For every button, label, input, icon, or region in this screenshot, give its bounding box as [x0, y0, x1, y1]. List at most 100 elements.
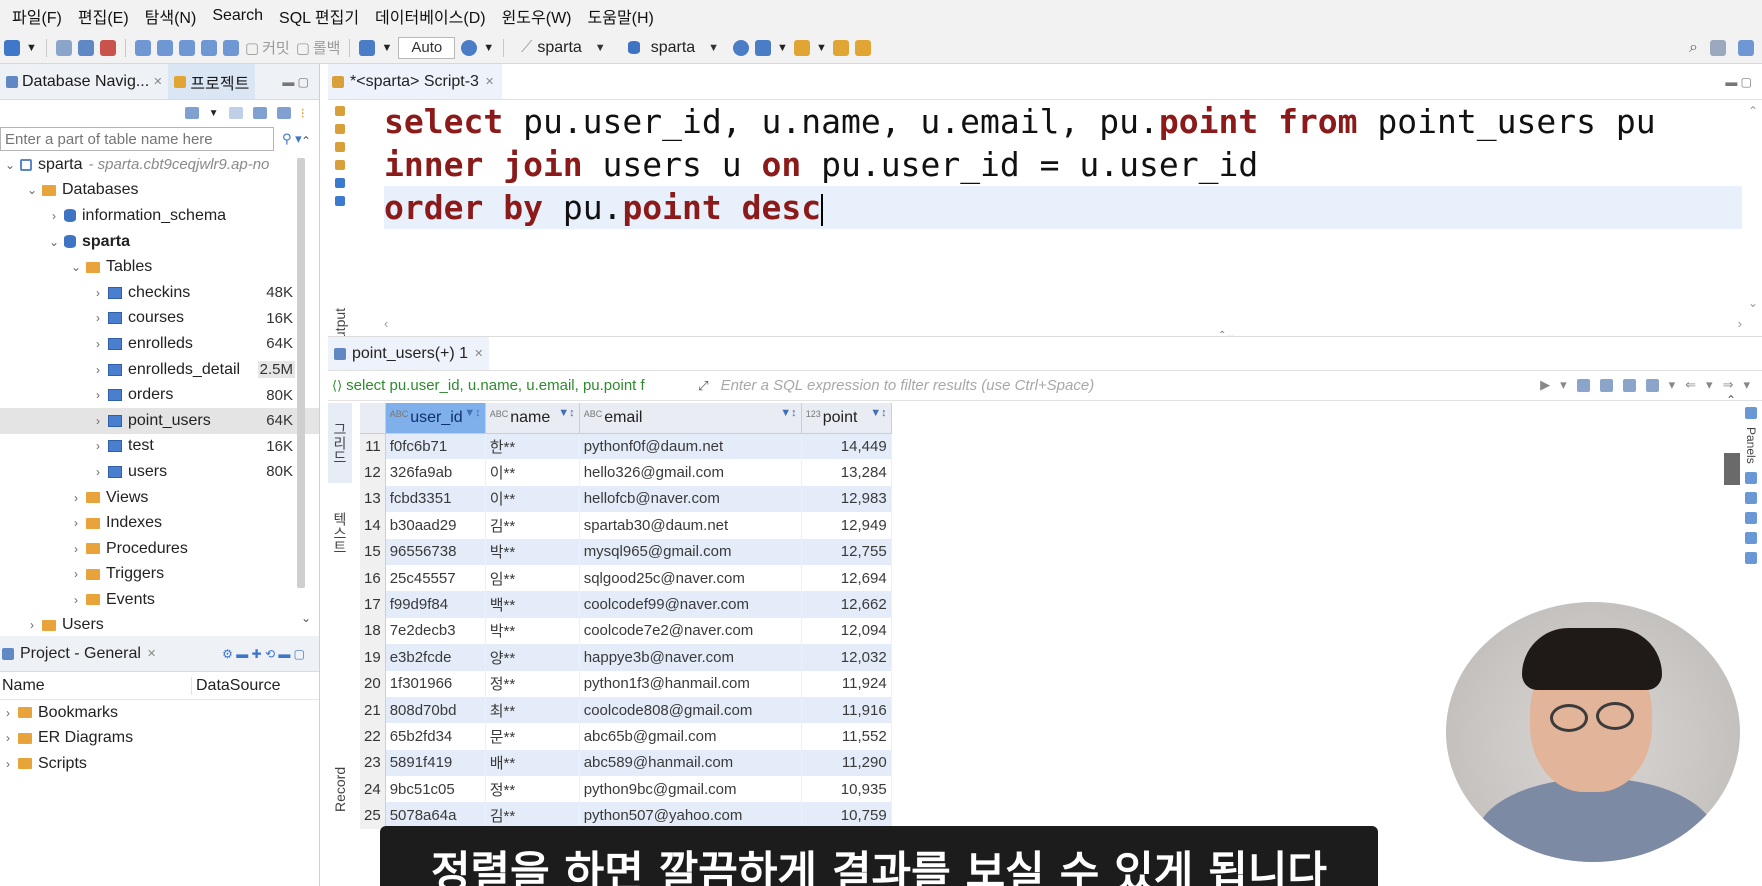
close-icon[interactable]: ✕ [153, 75, 162, 88]
chevron-right-icon[interactable]: › [70, 491, 82, 505]
calc-panel-icon[interactable] [1745, 531, 1757, 544]
cell-user-id[interactable]: 5891f419 [385, 749, 486, 777]
editor-horizontal-scrollbar[interactable]: ‹ › [384, 316, 1742, 331]
chevron-right-icon[interactable]: › [92, 465, 104, 479]
tree-item[interactable]: › test 16K [0, 434, 319, 460]
column-header-point[interactable]: 123 point ▼↕ [801, 403, 892, 434]
auto-commit-mode[interactable]: Auto [398, 36, 456, 59]
menu-item[interactable]: 윈도우(W) [494, 4, 580, 28]
cell-point[interactable]: 12,032 [801, 644, 892, 671]
tree-item[interactable]: ⌄ sparta - sparta.cbt9ceqjwlr9.ap-no [0, 152, 319, 178]
transaction-mode-icon[interactable] [359, 39, 376, 56]
table-row[interactable]: 15 96556738 박** mysql965@gmail.com 12,755 [360, 538, 892, 565]
scroll-left-icon[interactable]: ‹ [384, 316, 388, 331]
tree-item[interactable]: › checkins 48K [0, 280, 319, 306]
cell-name[interactable]: 이** [485, 485, 580, 513]
cell-email[interactable]: abc589@hanmail.com [579, 749, 802, 777]
close-icon[interactable]: ✕ [474, 347, 483, 360]
chevron-down-icon[interactable]: ▼ [816, 42, 827, 54]
cell-user-id[interactable]: 326fa9ab [385, 459, 486, 486]
record-view-tab[interactable]: Record [328, 749, 352, 829]
chevron-right-icon[interactable]: › [92, 388, 104, 402]
execute-icon[interactable] [335, 106, 345, 116]
column-header-name[interactable]: Name [0, 676, 192, 695]
tree-item[interactable]: › orders 80K [0, 382, 319, 408]
recent-script-icon[interactable] [200, 39, 217, 56]
sort-filter-icon[interactable]: ▼↕ [558, 407, 574, 419]
tree-item[interactable]: ⌄ sparta [0, 229, 319, 255]
cell-name[interactable]: 김** [485, 512, 580, 539]
panels-icon[interactable] [1745, 407, 1757, 419]
menu-item[interactable]: 도움말(H) [580, 4, 662, 28]
menu-item[interactable]: 데이터베이스(D) [367, 4, 494, 28]
dbeaver-perspective-icon[interactable] [1738, 40, 1754, 56]
forward-arrow-icon[interactable] [854, 39, 871, 56]
cell-email[interactable]: pythonf0f@daum.net [579, 433, 802, 460]
chevron-down-icon[interactable]: ⌄ [4, 158, 16, 172]
cell-user-id[interactable]: 65b2fd34 [385, 723, 486, 750]
cell-point[interactable]: 12,694 [801, 564, 892, 592]
new-connection-icon[interactable] [4, 39, 20, 56]
tree-item[interactable]: › Events [0, 587, 319, 613]
chevron-down-icon[interactable]: ⌄ [70, 260, 82, 274]
cell-user-id[interactable]: f99d9f84 [385, 591, 486, 618]
cell-user-id[interactable]: f0fc6b71 [385, 433, 486, 460]
chevron-right-icon[interactable]: › [92, 363, 104, 377]
column-header-datasource[interactable]: DataSource [192, 677, 281, 695]
table-row[interactable]: 19 e3b2fcde 양** happye3b@naver.com 12,032 [360, 644, 892, 671]
tree-item[interactable]: › users 80K [0, 459, 319, 485]
table-row[interactable]: 11 f0fc6b71 한** pythonf0f@daum.net 14,449 [360, 433, 892, 460]
search-icon[interactable]: ⌕ [1689, 39, 1698, 57]
scroll-up-icon[interactable]: ⌃ [1748, 104, 1758, 118]
cell-email[interactable]: sqlgood25c@naver.com [579, 564, 802, 592]
tree-item[interactable]: › courses 16K [0, 306, 319, 332]
chevron-down-icon[interactable]: ▾ [1560, 377, 1567, 393]
scroll-down-icon[interactable]: ⌄ [301, 611, 311, 625]
column-header-email[interactable]: ABC email ▼↕ [579, 403, 802, 434]
column-header-name[interactable]: ABC name ▼↕ [485, 403, 580, 434]
tree-item[interactable]: › Procedures [0, 536, 319, 562]
cell-name[interactable]: 한** [485, 433, 580, 460]
close-icon[interactable]: ✕ [147, 647, 156, 660]
scroll-right-icon[interactable]: › [1738, 316, 1742, 331]
explain-icon[interactable] [335, 142, 345, 152]
tree-item[interactable]: › enrolleds 64K [0, 331, 319, 357]
menu-icon[interactable]: ⁝ [301, 105, 305, 122]
pin-icon[interactable] [793, 39, 810, 56]
cell-name[interactable]: 임** [485, 564, 580, 592]
table-row[interactable]: 20 1f301966 정** python1f3@hanmail.com 11,924 [360, 670, 892, 697]
table-row[interactable]: 14 b30aad29 김** spartab30@daum.net 12,949 [360, 512, 892, 539]
back-icon[interactable]: ⇐ [1685, 377, 1696, 393]
cell-email[interactable]: mysql965@gmail.com [579, 538, 802, 565]
table-row[interactable]: 17 f99d9f84 백** coolcodef99@naver.com 12,662 [360, 591, 892, 618]
chevron-right-icon[interactable]: › [26, 618, 38, 632]
tree-item[interactable]: › Users [0, 613, 319, 639]
cell-point[interactable]: 12,949 [801, 512, 892, 539]
minimize-maximize-icons[interactable]: ▬ ▢ [282, 75, 309, 89]
value-panel-icon[interactable] [1745, 471, 1757, 484]
tree-item[interactable]: › Indexes [0, 510, 319, 536]
chevron-right-icon[interactable]: › [2, 731, 14, 745]
back-arrow-icon[interactable] [832, 39, 849, 56]
close-icon[interactable]: ✕ [485, 75, 494, 88]
format-icon[interactable] [335, 160, 345, 170]
cell-name[interactable]: 이** [485, 459, 580, 486]
cell-user-id[interactable]: 96556738 [385, 538, 486, 565]
tree-item[interactable]: › Triggers [0, 562, 319, 588]
cell-point[interactable]: 12,662 [801, 591, 892, 618]
code-line[interactable]: inner join users u on pu.user_id = u.use… [384, 143, 1742, 186]
cell-user-id[interactable]: b30aad29 [385, 512, 486, 539]
table-filter-input[interactable] [0, 127, 274, 151]
text-view-tab[interactable]: 텍스트 [328, 503, 352, 563]
chevron-right-icon[interactable]: › [48, 209, 60, 223]
chevron-down-icon[interactable]: ▼ [483, 42, 494, 54]
cell-point[interactable]: 12,983 [801, 485, 892, 513]
chevron-right-icon[interactable]: › [70, 567, 82, 581]
tree-item[interactable]: ⌄ Databases [0, 178, 319, 204]
code-line[interactable]: select pu.user_id, u.name, u.email, pu.p… [384, 100, 1742, 143]
cell-point[interactable]: 10,935 [801, 776, 892, 803]
code-line[interactable]: order by pu.point desc [384, 186, 1742, 229]
table-row[interactable]: 22 65b2fd34 문** abc65b@gmail.com 11,552 [360, 723, 892, 750]
cell-name[interactable]: 박** [485, 617, 580, 645]
scrollbar-thumb[interactable] [1724, 453, 1740, 485]
